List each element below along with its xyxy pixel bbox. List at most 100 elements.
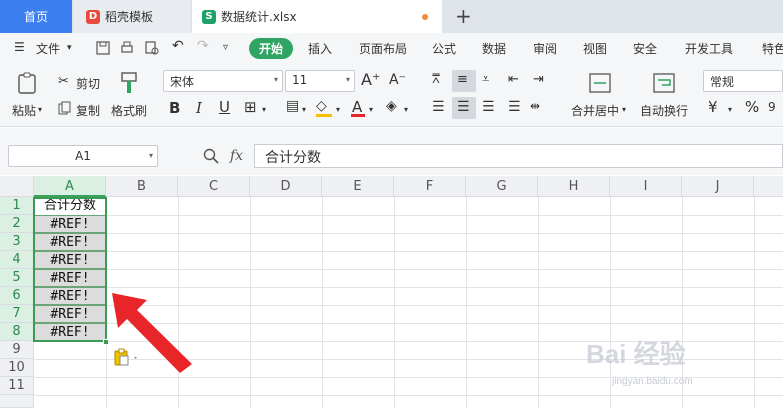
font-color-chevron-icon[interactable]: ▾	[369, 105, 373, 114]
fill-color-chevron-icon[interactable]: ▾	[336, 105, 340, 114]
print-preview-icon[interactable]	[145, 41, 159, 55]
row-header-3[interactable]: 3	[0, 233, 34, 251]
save-icon[interactable]	[96, 41, 110, 55]
fx-icon[interactable]: fx	[230, 148, 243, 164]
align-bottom-icon[interactable]: ⩡	[482, 72, 489, 87]
menu-security[interactable]: 安全	[633, 40, 657, 57]
cell-a2[interactable]: #REF!	[34, 215, 106, 233]
indent-decrease-icon[interactable]: ⇤	[508, 72, 519, 87]
zoom-icon[interactable]	[203, 148, 219, 164]
paste-icon[interactable]	[16, 71, 40, 95]
row-header-5[interactable]: 5	[0, 269, 34, 287]
menu-special[interactable]: 特色	[762, 40, 783, 57]
row-header-2[interactable]: 2	[0, 215, 34, 233]
font-size-select[interactable]: 11 ▾	[285, 70, 355, 92]
cell-a1[interactable]: 合计分数	[34, 197, 106, 215]
fill-handle[interactable]	[103, 339, 109, 345]
scissors-icon[interactable]: ✂	[58, 74, 69, 89]
cell-a5[interactable]: #REF!	[34, 269, 106, 287]
fill-color-icon[interactable]: ◇	[316, 98, 327, 114]
undo-icon[interactable]: ↶	[172, 38, 184, 54]
justify-icon[interactable]: ☰	[508, 99, 521, 115]
tab-workbook[interactable]: S 数据统计.xlsx	[192, 0, 442, 33]
menu-view[interactable]: 视图	[583, 40, 607, 57]
borders-chevron-icon[interactable]: ▾	[262, 105, 266, 114]
align-center-icon[interactable]: ☰	[457, 99, 470, 115]
menu-developer[interactable]: 开发工具	[685, 40, 733, 57]
column-header-a[interactable]: A	[34, 176, 106, 197]
chevron-down-icon[interactable]: ▾	[67, 43, 72, 53]
eraser-chevron-icon[interactable]: ▾	[404, 105, 408, 114]
file-menu[interactable]: 文件	[36, 40, 60, 57]
row-header-11[interactable]: 11	[0, 377, 34, 395]
tab-templates[interactable]: D 稻壳模板	[74, 0, 190, 33]
row-header-8[interactable]: 8	[0, 323, 34, 341]
cell-a6[interactable]: #REF!	[34, 287, 106, 305]
underline-icon[interactable]: U	[219, 98, 230, 116]
row-header-1[interactable]: 1	[0, 197, 34, 215]
merge-center-button[interactable]: 合并居中	[571, 102, 619, 119]
column-header-e[interactable]: E	[322, 176, 394, 197]
row-header-6[interactable]: 6	[0, 287, 34, 305]
percent-icon[interactable]: %	[745, 98, 759, 116]
column-header-j[interactable]: J	[682, 176, 754, 197]
cell-a8[interactable]: #REF!	[34, 323, 106, 341]
row-header-12[interactable]	[0, 395, 34, 408]
row-header-10[interactable]: 10	[0, 359, 34, 377]
align-top-icon[interactable]: ⩞	[432, 72, 440, 87]
paste-options-icon[interactable]	[113, 348, 141, 366]
column-header-h[interactable]: H	[538, 176, 610, 197]
name-box[interactable]: A1 ▾	[8, 145, 158, 167]
increase-font-icon[interactable]: A⁺	[361, 70, 380, 89]
wrap-text-icon[interactable]	[652, 71, 676, 95]
bold-icon[interactable]: B	[169, 99, 180, 117]
format-painter-icon[interactable]	[118, 71, 140, 95]
format-painter-label[interactable]: 格式刷	[111, 102, 147, 119]
decrease-font-icon[interactable]: A⁻	[389, 72, 406, 88]
column-header-c[interactable]: C	[178, 176, 250, 197]
eraser-icon[interactable]: ◈	[386, 98, 397, 114]
cell-a3[interactable]: #REF!	[34, 233, 106, 251]
distribute-icon[interactable]: ⇹	[530, 99, 540, 113]
number-format-select[interactable]: 常规	[703, 70, 783, 92]
menu-start[interactable]: 开始	[249, 38, 294, 59]
hamburger-icon[interactable]: ☰	[14, 40, 25, 54]
print-icon[interactable]	[120, 41, 134, 55]
column-header-g[interactable]: G	[466, 176, 538, 197]
menu-review[interactable]: 审阅	[533, 40, 557, 57]
column-header-k[interactable]	[754, 176, 783, 197]
menu-data[interactable]: 数据	[482, 40, 506, 57]
paste-chevron-icon[interactable]: ▾	[38, 105, 42, 114]
italic-icon[interactable]: I	[196, 99, 202, 117]
cell-style-chevron-icon[interactable]: ▾	[302, 105, 306, 114]
copy-button[interactable]: 复制	[76, 102, 100, 119]
align-middle-icon[interactable]: ≡	[457, 72, 468, 87]
currency-icon[interactable]: ¥	[708, 98, 718, 116]
column-header-i[interactable]: I	[610, 176, 682, 197]
row-header-7[interactable]: 7	[0, 305, 34, 323]
menu-insert[interactable]: 插入	[308, 40, 332, 57]
cell-a7[interactable]: #REF!	[34, 305, 106, 323]
row-header-4[interactable]: 4	[0, 251, 34, 269]
indent-increase-icon[interactable]: ⇥	[533, 72, 544, 87]
redo-icon[interactable]: ↷	[197, 38, 209, 54]
wrap-text-button[interactable]: 自动换行	[640, 102, 688, 119]
comma-style-icon[interactable]: 9	[768, 100, 776, 114]
menu-formulas[interactable]: 公式	[432, 40, 456, 57]
cell-style-icon[interactable]: ▤	[286, 98, 299, 114]
formula-input[interactable]: 合计分数	[254, 144, 783, 168]
tab-home[interactable]: 首页	[0, 0, 72, 33]
cell-a4[interactable]: #REF!	[34, 251, 106, 269]
merge-center-icon[interactable]	[588, 71, 612, 95]
select-all-corner[interactable]	[0, 176, 34, 197]
font-name-select[interactable]: 宋体 ▾	[163, 70, 283, 92]
copy-icon[interactable]	[58, 101, 72, 115]
add-tab-icon[interactable]: +	[455, 4, 472, 28]
column-header-f[interactable]: F	[394, 176, 466, 197]
borders-icon[interactable]: ⊞	[244, 98, 257, 116]
paste-label[interactable]: 粘贴	[12, 102, 36, 119]
row-header-9[interactable]: 9	[0, 341, 34, 359]
column-header-b[interactable]: B	[106, 176, 178, 197]
column-header-d[interactable]: D	[250, 176, 322, 197]
more-chevron-icon[interactable]: ▿	[223, 42, 228, 53]
